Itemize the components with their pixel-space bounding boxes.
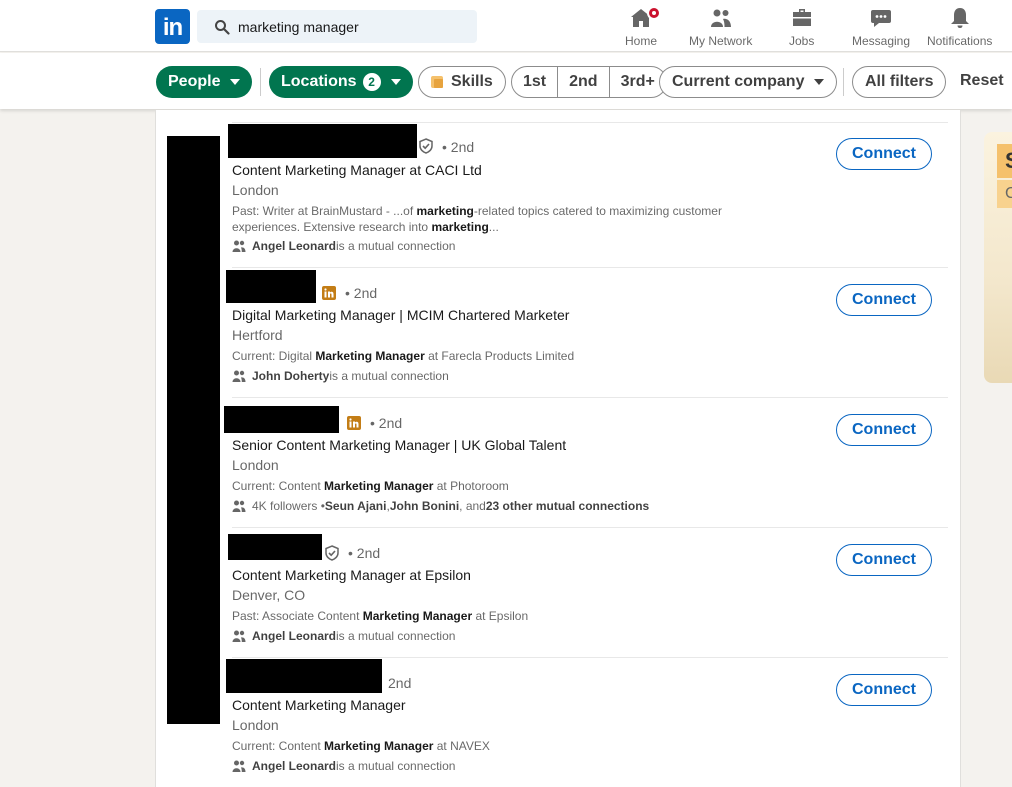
connection-degree: • 2nd [370, 415, 403, 431]
chevron-down-icon [230, 79, 241, 85]
current-company-filter-label: Current company [672, 73, 805, 90]
result-headline: Content Marketing Manager at Epsilon [232, 567, 471, 583]
nav-messaging-label: Messaging [852, 34, 911, 48]
all-filters-button[interactable]: All filters [852, 66, 947, 98]
mutual-connections-icon [232, 240, 246, 252]
mutual-connections-icon [232, 370, 246, 382]
current-company-filter-button[interactable]: Current company [659, 66, 838, 98]
locations-filter-button[interactable]: Locations 2 [269, 66, 413, 98]
nav-notifications[interactable]: Notifications [927, 6, 992, 48]
search-result-item: • 2nd Content Marketing Manager at Epsil… [228, 528, 948, 658]
result-location: London [232, 717, 279, 733]
mutual-connections-icon [232, 630, 246, 642]
skills-icon [431, 76, 443, 88]
ad-headline: S [997, 144, 1012, 178]
reset-filters-button[interactable]: Reset [960, 72, 1004, 90]
connect-button[interactable]: Connect [836, 544, 932, 576]
connect-button[interactable]: Connect [836, 138, 932, 170]
redacted-name[interactable] [228, 124, 417, 158]
result-location: Hertford [232, 327, 283, 343]
nav-jobs[interactable]: Jobs [789, 6, 814, 48]
search-result-item: 2nd Content Marketing Manager London Cur… [226, 658, 948, 787]
nav-notifications-label: Notifications [927, 34, 993, 48]
result-headline: Digital Marketing Manager | MCIM Charter… [232, 307, 570, 323]
search-filter-bar: People Locations 2 Skills 1st 2nd 3rd+ C… [0, 53, 1012, 109]
linkedin-logo[interactable]: in [155, 9, 190, 44]
nav-my-network-label: My Network [689, 34, 753, 48]
result-headline: Senior Content Marketing Manager | UK Gl… [232, 437, 567, 453]
search-icon [215, 19, 230, 35]
mutual-connections[interactable]: John Doherty is a mutual connection [232, 369, 449, 383]
redacted-name[interactable] [226, 659, 382, 693]
degree-2nd-button[interactable]: 2nd [557, 67, 608, 97]
linkedin-premium-icon [347, 416, 361, 430]
result-location: London [232, 457, 279, 473]
search-bar[interactable] [197, 10, 477, 43]
result-headline: Content Marketing Manager at CACI Ltd [232, 162, 482, 178]
locations-count-badge: 2 [362, 73, 381, 91]
result-location: Denver, CO [232, 587, 306, 603]
result-summary: Past: Associate Content Marketing Manage… [232, 609, 529, 623]
top-navigation-bar: in Home My Network Jobs [0, 0, 1012, 52]
connect-button[interactable]: Connect [836, 414, 932, 446]
connect-button[interactable]: Connect [836, 284, 932, 316]
people-filter-label: People [168, 73, 221, 90]
mutual-connections[interactable]: 4K followers • Seun Ajani, John Bonini, … [232, 499, 649, 513]
connection-degree: • 2nd [345, 285, 378, 301]
search-result-item: • 2nd Senior Content Marketing Manager |… [224, 398, 948, 528]
locations-filter-label: Locations [281, 73, 357, 90]
network-icon [710, 9, 731, 27]
messaging-icon [871, 10, 892, 27]
chevron-down-icon [390, 79, 401, 85]
degree-1st-button[interactable]: 1st [512, 67, 557, 97]
redacted-avatars [167, 136, 220, 724]
redacted-name[interactable] [228, 534, 322, 560]
connection-degree: • 2nd [348, 545, 381, 561]
skills-filter-button[interactable]: Skills [418, 66, 506, 98]
mutual-connections[interactable]: Angel Leonard is a mutual connection [232, 759, 455, 773]
sidebar-ad[interactable]: S C [984, 132, 1012, 383]
mutual-connections-icon [232, 760, 246, 772]
skills-filter-label: Skills [451, 73, 493, 90]
nav-jobs-label: Jobs [789, 34, 815, 48]
search-result-item: • 2nd Content Marketing Manager at CACI … [228, 123, 948, 268]
mutual-connections[interactable]: Angel Leonard is a mutual connection [232, 239, 455, 253]
connection-degree-filter: 1st 2nd 3rd+ [511, 66, 667, 98]
connection-degree: • 2nd [442, 139, 475, 155]
notification-badge [647, 6, 661, 20]
nav-my-network[interactable]: My Network [689, 6, 752, 48]
notifications-icon [950, 8, 969, 28]
mutual-connections[interactable]: Angel Leonard is a mutual connection [232, 629, 455, 643]
result-summary: Past: Writer at BrainMustard - ...of mar… [232, 204, 722, 234]
jobs-icon [792, 9, 811, 26]
nav-messaging[interactable]: Messaging [852, 6, 910, 48]
result-summary: Current: Digital Marketing Manager at Fa… [232, 349, 575, 363]
filter-divider [260, 68, 261, 96]
result-headline: Content Marketing Manager [232, 697, 406, 713]
result-summary: Current: Content Marketing Manager at Ph… [232, 479, 509, 493]
result-location: London [232, 182, 279, 198]
all-filters-label: All filters [865, 73, 934, 90]
mutual-connections-icon [232, 500, 246, 512]
redacted-name[interactable] [224, 406, 339, 433]
people-filter-button[interactable]: People [156, 66, 253, 98]
chevron-down-icon [814, 79, 825, 85]
nav-home-label: Home [625, 34, 658, 48]
redacted-name[interactable] [226, 270, 316, 303]
connect-button[interactable]: Connect [836, 674, 932, 706]
degree-3rd-button[interactable]: 3rd+ [608, 67, 666, 97]
ad-subtext: C [997, 180, 1012, 208]
nav-home[interactable]: Home [625, 6, 661, 48]
connection-degree: 2nd [388, 675, 412, 691]
filter-divider [843, 68, 844, 96]
verified-icon [325, 545, 339, 561]
search-input[interactable] [238, 18, 468, 35]
search-result-item: • 2nd Digital Marketing Manager | MCIM C… [226, 268, 948, 398]
result-summary: Current: Content Marketing Manager at NA… [232, 739, 490, 753]
linkedin-premium-icon [322, 286, 336, 300]
verified-icon [419, 138, 433, 154]
